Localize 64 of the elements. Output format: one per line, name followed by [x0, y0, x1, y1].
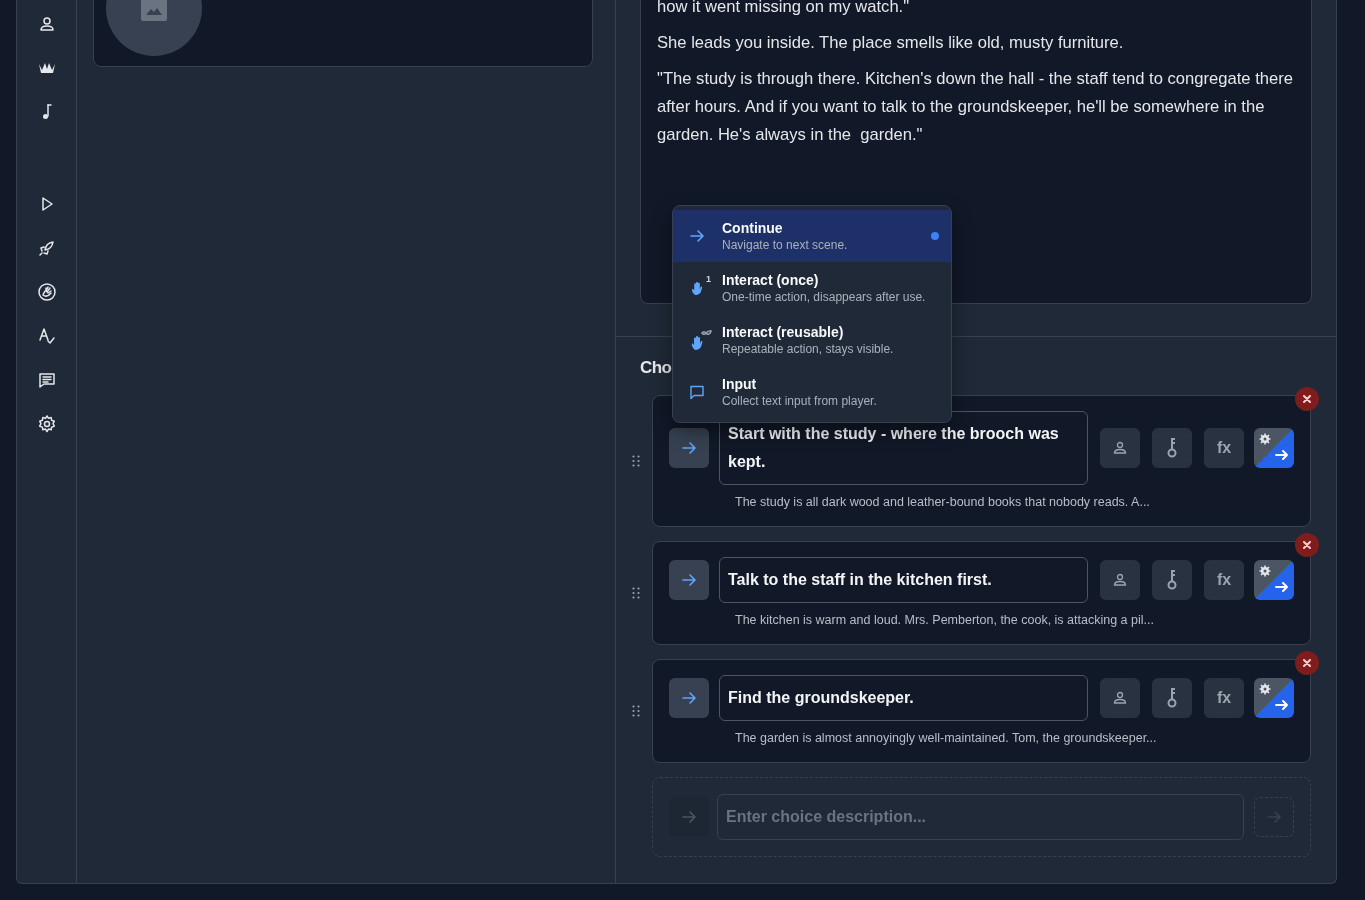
delete-button[interactable] — [1295, 387, 1319, 411]
choice-preview-text: The study is all dark wood and leather-bound books that nobody reads. A... — [735, 494, 1151, 511]
hand-infinity-icon — [689, 329, 713, 351]
choice-text-field[interactable]: Talk to the staff in the kitchen first. — [719, 557, 1088, 603]
person-icon — [1112, 440, 1128, 456]
drag-handle-icon[interactable] — [632, 705, 640, 717]
menu-item[interactable]: Interact (reusable) Repeatable action, stays visible. — [673, 314, 951, 366]
story-paragraph: "The study is through there. Kitchen's down the hall - the staff tend to congregate there after hours. And if you want to talk to the groundskeeper, he'll be somewhere in the garden. He's always in the garden." — [657, 68, 1294, 146]
menu-item-description: One-time action, disappears after use. — [722, 289, 926, 305]
story-paragraph: She leads you inside. The place smells like old, musty furniture. — [657, 32, 1125, 54]
drag-handle-icon[interactable] — [632, 587, 640, 599]
key-button[interactable] — [1152, 560, 1192, 600]
character-button[interactable] — [1100, 428, 1140, 468]
scene-link-button[interactable] — [1254, 428, 1294, 468]
character-button[interactable] — [1100, 560, 1140, 600]
choice-type-button[interactable] — [669, 428, 709, 468]
delete-button[interactable] — [1295, 651, 1319, 675]
choice-text-field[interactable]: Find the groundskeeper. — [719, 675, 1088, 721]
close-icon — [1303, 541, 1311, 549]
menu-item-title: Interact (once) — [722, 271, 820, 289]
menu-item-description: Collect text input from player. — [722, 393, 877, 409]
chat-bubble-icon — [689, 384, 705, 400]
drag-handle-icon[interactable] — [632, 455, 640, 467]
key-button[interactable] — [1152, 428, 1192, 468]
effects-button[interactable]: fx — [1204, 560, 1244, 600]
new-choice-field[interactable]: Enter choice description... — [717, 794, 1244, 840]
arrow-icon — [681, 572, 697, 588]
choice-preview-text: The kitchen is warm and loud. Mrs. Pemberton, the cook, is attacking a pil... — [735, 612, 1155, 629]
close-icon — [1303, 395, 1311, 403]
key-icon — [1165, 687, 1179, 709]
hand-icon — [689, 280, 705, 296]
image-icon — [141, 0, 167, 21]
arrow-icon — [681, 690, 697, 706]
close-icon — [1303, 659, 1311, 667]
choice-type-button[interactable] — [669, 678, 709, 718]
choice-type-button[interactable] — [669, 560, 709, 600]
menu-item-description: Navigate to next scene. — [722, 237, 848, 253]
menu-item[interactable]: Continue Navigate to next scene. — [673, 210, 951, 262]
selected-dot — [931, 232, 939, 240]
key-button[interactable] — [1152, 678, 1192, 718]
effects-button[interactable]: fx — [1204, 428, 1244, 468]
scene-link-button[interactable] — [1254, 678, 1294, 718]
person-icon — [1112, 690, 1128, 706]
menu-item-title: Continue — [722, 219, 784, 237]
key-icon — [1165, 569, 1179, 591]
menu-item-title: Input — [722, 375, 758, 393]
scene-link-button[interactable] — [1254, 560, 1294, 600]
effects-button[interactable]: fx — [1204, 678, 1244, 718]
arrow-icon — [681, 809, 697, 825]
menu-item[interactable]: 1 Interact (once) One-time action, disappears after use. — [673, 262, 951, 314]
arrow-icon — [689, 228, 705, 244]
menu-item-description: Repeatable action, stays visible. — [722, 341, 894, 357]
choice-preview-text: The garden is almost annoyingly well-maintained. Tom, the groundskeeper... — [735, 730, 1158, 747]
story-paragraph: how it went missing on my watch." — [657, 0, 911, 18]
arrow-icon — [681, 440, 697, 456]
delete-button[interactable] — [1295, 533, 1319, 557]
person-icon — [1112, 572, 1128, 588]
key-icon — [1165, 437, 1179, 459]
count-label: 1 — [706, 274, 711, 284]
menu-item-title: Interact (reusable) — [722, 323, 845, 341]
arrow-icon — [1266, 809, 1282, 825]
section-heading: Cho — [640, 357, 672, 379]
choice-text-field[interactable]: Start with the study - where the brooch was kept. — [719, 411, 1088, 485]
character-button[interactable] — [1100, 678, 1140, 718]
